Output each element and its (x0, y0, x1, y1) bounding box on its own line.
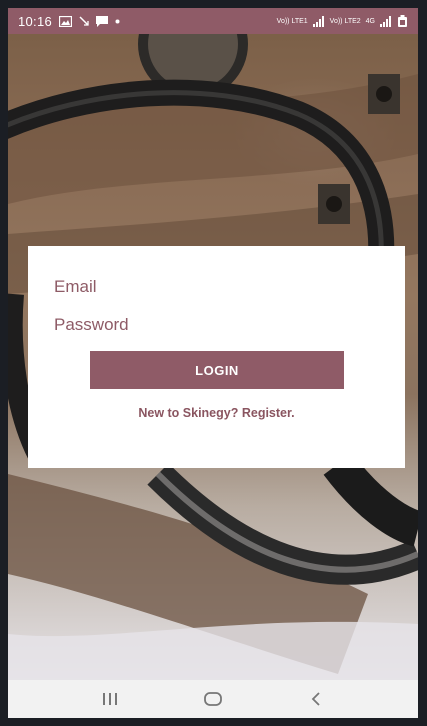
login-card: LOGIN New to Skinegy? Register. (28, 246, 405, 468)
battery-icon (397, 15, 408, 27)
signal-1-icon (312, 15, 325, 27)
login-button[interactable]: LOGIN (90, 351, 344, 389)
status-bar: 10:16 Vo)) LTE1 Vo)) LTE2 4G (8, 8, 418, 34)
message-icon (96, 15, 109, 27)
status-right: Vo)) LTE1 Vo)) LTE2 4G (277, 15, 408, 27)
email-field[interactable] (54, 272, 384, 302)
navigation-bar (8, 680, 418, 718)
volte-lte-1-icon: Vo)) LTE1 (276, 17, 308, 25)
gallery-icon (59, 15, 73, 27)
missed-call-icon (79, 16, 89, 26)
network-type-label: 4G (365, 17, 375, 25)
password-field[interactable] (54, 310, 384, 340)
dot-icon (115, 19, 120, 24)
status-left: 10:16 (18, 14, 120, 29)
register-link[interactable]: New to Skinegy? Register. (28, 406, 405, 420)
signal-2-icon (380, 15, 392, 27)
back-icon[interactable] (296, 684, 336, 714)
recents-icon[interactable] (90, 684, 130, 714)
phone-screen: 10:16 Vo)) LTE1 Vo)) LTE2 4G Email LOGIN… (8, 8, 418, 718)
home-icon[interactable] (193, 684, 233, 714)
volte-lte-2-icon: Vo)) LTE2 (329, 17, 361, 25)
status-time: 10:16 (18, 13, 53, 29)
